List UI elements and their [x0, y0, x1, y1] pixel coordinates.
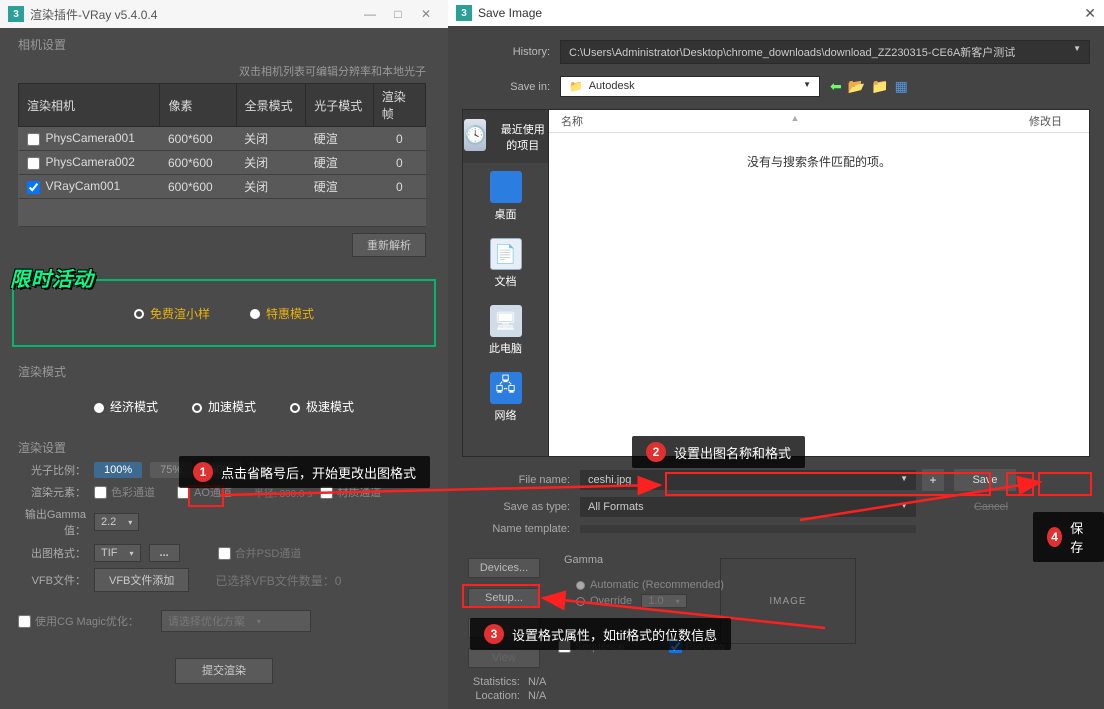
cgmagic-select[interactable]: 请选择优化方案▾ [161, 610, 311, 632]
place-network[interactable]: 🖧网络 [463, 364, 548, 431]
cgmagic-check[interactable]: 使用CG Magic优化： [18, 613, 139, 629]
annotation-redbox-setup [462, 584, 540, 608]
file-browser: 🕓最近使用的项目 桌面 📄文档 🖥此电脑 🖧网络 名称 ▲ 修改日 没有与搜索条… [462, 109, 1090, 457]
annotation-1: 1点击省略号后，开始更改出图格式 [179, 456, 430, 488]
psd-merge-check[interactable]: 合并PSD通道 [218, 545, 302, 561]
format-select[interactable]: TIF▾ [94, 544, 141, 562]
mode-fast-radio[interactable]: 极速模式 [290, 398, 354, 415]
col-date[interactable]: 修改日 [1029, 113, 1089, 129]
promo-free-radio[interactable]: 免费渲小样 [134, 305, 210, 322]
mode-section-label: 渲染模式 [18, 363, 430, 380]
left-title: 渲染插件-VRay v5.4.0.4 [30, 6, 157, 23]
empty-message: 没有与搜索条件匹配的项。 [549, 133, 1089, 170]
maximize-icon[interactable]: □ [384, 7, 412, 21]
camera-hint: 双击相机列表可编辑分辨率和本地光子 [0, 59, 448, 83]
devices-button[interactable]: Devices... [468, 558, 540, 578]
table-row[interactable]: PhysCamera001600*600关闭硬渲0 [19, 127, 426, 151]
vray-plugin-panel: 3 渲染插件-VRay v5.4.0.4 — □ ✕ 相机设置 双击相机列表可编… [0, 0, 448, 709]
table-row[interactable]: PhysCamera002600*600关闭硬渲0 [19, 151, 426, 175]
gamma-select[interactable]: 2.2▾ [94, 513, 139, 531]
promo-box: 限时活动 免费渲小样 特惠模式 [12, 279, 436, 347]
row-check[interactable] [27, 133, 40, 146]
new-folder-icon[interactable]: 📁 [871, 78, 888, 95]
place-desktop[interactable]: 桌面 [463, 163, 548, 230]
col-name[interactable]: 名称 [549, 113, 791, 129]
place-recent[interactable]: 🕓最近使用的项目 [463, 110, 548, 163]
promo-badge: 限时活动 [10, 263, 94, 292]
annotation-redbox-dots [188, 485, 224, 507]
close-icon[interactable]: ✕ [1084, 5, 1096, 22]
mode-eco-radio[interactable]: 经济模式 [94, 398, 158, 415]
row-check[interactable] [27, 157, 40, 170]
place-pc[interactable]: 🖥此电脑 [463, 297, 548, 364]
close-icon[interactable]: ✕ [412, 7, 440, 21]
place-documents[interactable]: 📄文档 [463, 230, 548, 297]
pct-100[interactable]: 100% [94, 462, 142, 478]
savein-combo[interactable]: 📁Autodesk▼ [560, 76, 820, 97]
camera-table: 渲染相机 像素 全景模式 光子模式 渲染帧 PhysCamera001600*6… [18, 83, 426, 227]
history-combo[interactable]: C:\Users\Administrator\Desktop\chrome_do… [560, 40, 1090, 64]
back-icon[interactable]: ⬅ [830, 78, 842, 95]
reparse-button[interactable]: 重新解析 [352, 233, 426, 257]
app-icon: 3 [456, 5, 472, 21]
camera-section-label: 相机设置 [18, 36, 430, 53]
right-title: Save Image [478, 6, 542, 20]
app-icon: 3 [8, 6, 24, 22]
annotation-3: 3设置格式属性，如tif格式的位数信息 [470, 618, 731, 650]
color-channel-check[interactable]: 色彩通道 [94, 484, 155, 500]
row-check[interactable] [27, 181, 40, 194]
submit-render-button[interactable]: 提交渲染 [175, 658, 273, 684]
annotation-2: 2设置出图名称和格式 [632, 436, 805, 468]
table-row[interactable]: VRayCam001600*600关闭硬渲0 [19, 175, 426, 199]
view-button[interactable]: View [468, 648, 540, 668]
mode-acc-radio[interactable]: 加速模式 [192, 398, 256, 415]
left-titlebar: 3 渲染插件-VRay v5.4.0.4 — □ ✕ [0, 0, 448, 28]
up-icon[interactable]: 📂 [848, 78, 865, 95]
format-browse-button[interactable]: ... [149, 544, 180, 562]
promo-special-radio[interactable]: 特惠模式 [250, 305, 314, 322]
annotation-arrow-4 [800, 460, 1060, 530]
vfb-add-button[interactable]: VFB文件添加 [94, 568, 189, 592]
right-titlebar: 3 Save Image ✕ [448, 0, 1104, 26]
minimize-icon[interactable]: — [356, 7, 384, 21]
render-section-label: 渲染设置 [18, 439, 430, 456]
annotation-4: 4保存 [1033, 512, 1104, 562]
view-icon[interactable]: ▦ [895, 78, 908, 95]
